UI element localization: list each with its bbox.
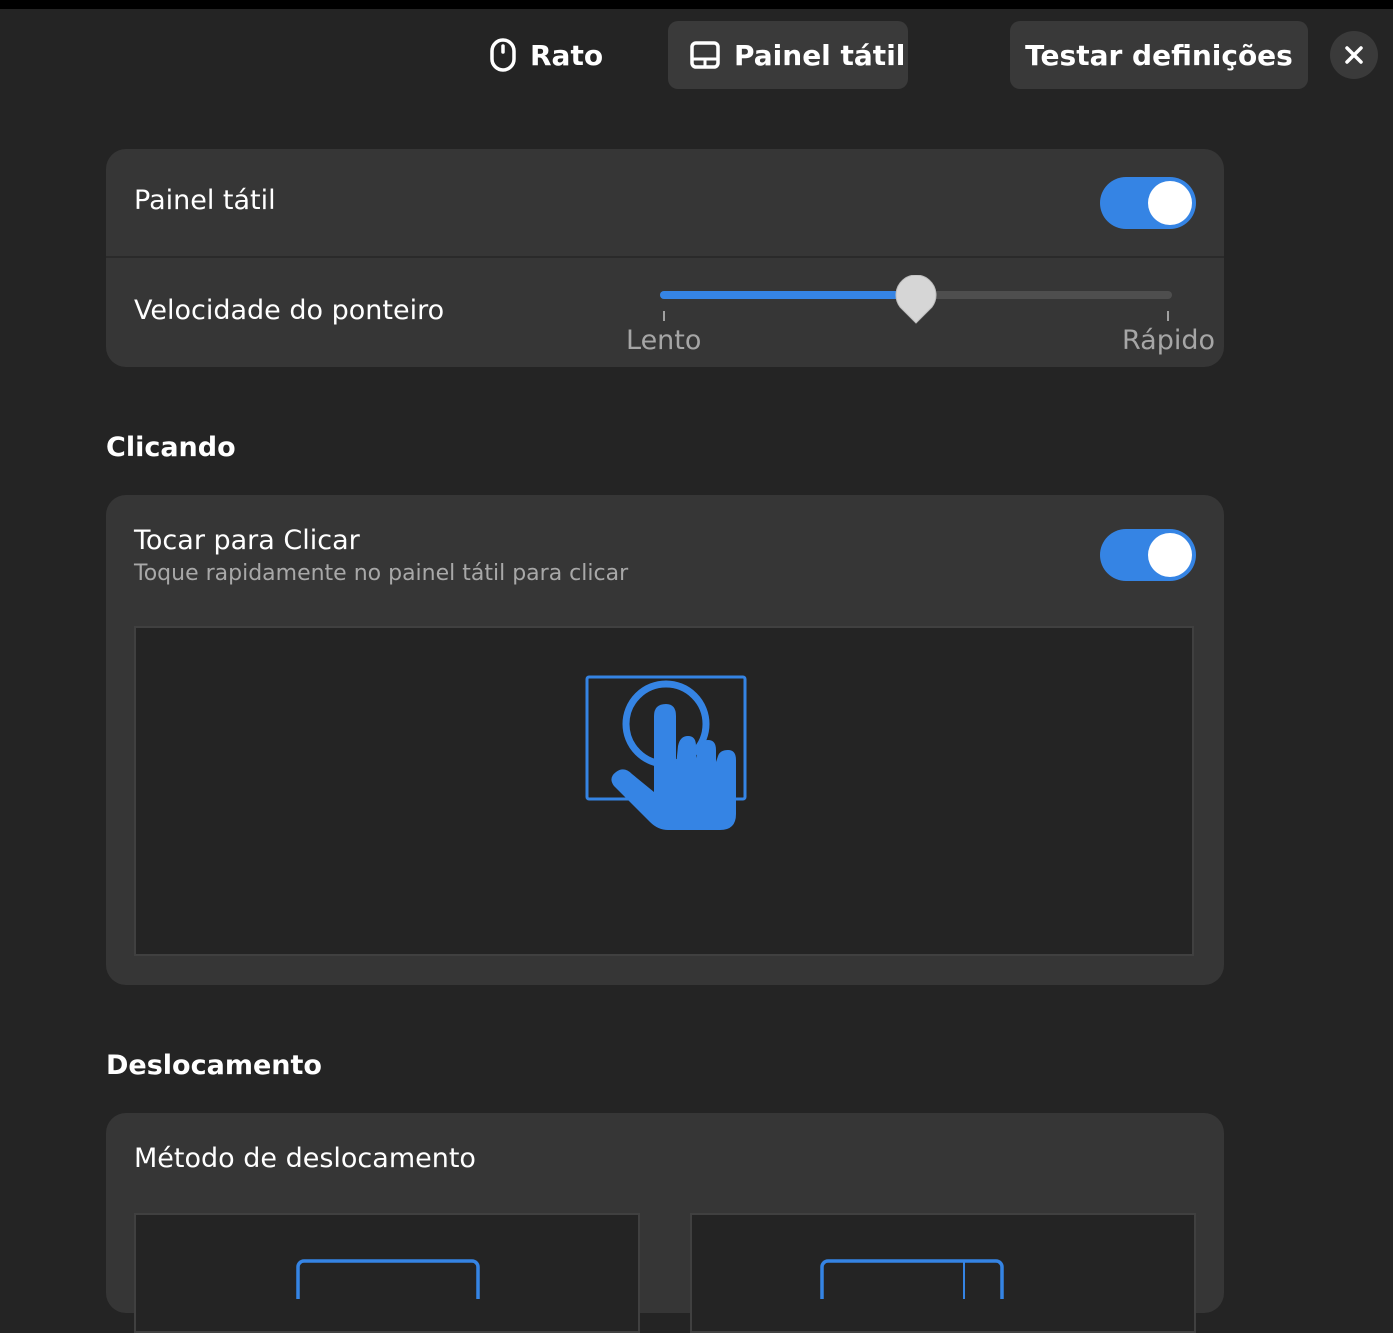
tap-to-click-switch[interactable] [1100,529,1196,581]
scroll-method-label: Método de deslocamento [134,1143,476,1174]
scroll-method-card: Método de deslocamento [106,1113,1224,1333]
window-top-border [0,0,1393,9]
slider-tick-min [663,311,665,321]
pointer-speed-label: Velocidade do ponteiro [134,295,445,326]
tap-to-click-illustration [134,626,1194,956]
clicking-heading: Clicando [106,432,236,463]
tab-mouse-label: Rato [530,38,604,72]
tab-touchpad[interactable]: Painel tátil [668,21,908,89]
switch-knob [1148,181,1192,225]
tab-mouse[interactable]: Rato [470,21,620,89]
scroll-option-edge[interactable] [690,1213,1196,1333]
tap-to-click-label: Tocar para Clicar [134,525,360,556]
close-icon [1345,46,1363,64]
speed-max-label: Rápido [1122,325,1216,356]
slider-handle[interactable] [894,275,938,327]
touchpad-switch[interactable] [1100,177,1196,229]
tap-to-click-description: Toque rapidamente no painel tátil para c… [134,561,629,586]
header-bar: Rato Painel tátil Testar definições [0,9,1393,109]
scroll-option-two-finger[interactable] [134,1213,640,1333]
slider-fill [660,291,916,299]
two-finger-scroll-icon [296,1259,480,1299]
touchpad-toggle-label: Painel tátil [134,185,276,216]
speed-min-label: Lento [626,325,702,356]
close-button[interactable] [1330,31,1378,79]
test-settings-label: Testar definições [1025,38,1293,72]
touchpad-settings-card: Painel tátil Velocidade do ponteiro Lent… [106,149,1224,367]
test-settings-button[interactable]: Testar definições [1010,21,1308,89]
touchpad-icon [690,41,720,69]
tap-to-click-card: Tocar para Clicar Toque rapidamente no p… [106,495,1224,985]
switch-knob [1148,533,1192,577]
mouse-icon [490,38,516,72]
edge-scroll-icon [820,1259,1004,1299]
tab-touchpad-label: Painel tátil [734,38,906,72]
row-divider [106,256,1224,258]
scrolling-heading: Deslocamento [106,1050,322,1081]
slider-tick-max [1167,311,1169,321]
tap-hand-icon [585,675,747,830]
